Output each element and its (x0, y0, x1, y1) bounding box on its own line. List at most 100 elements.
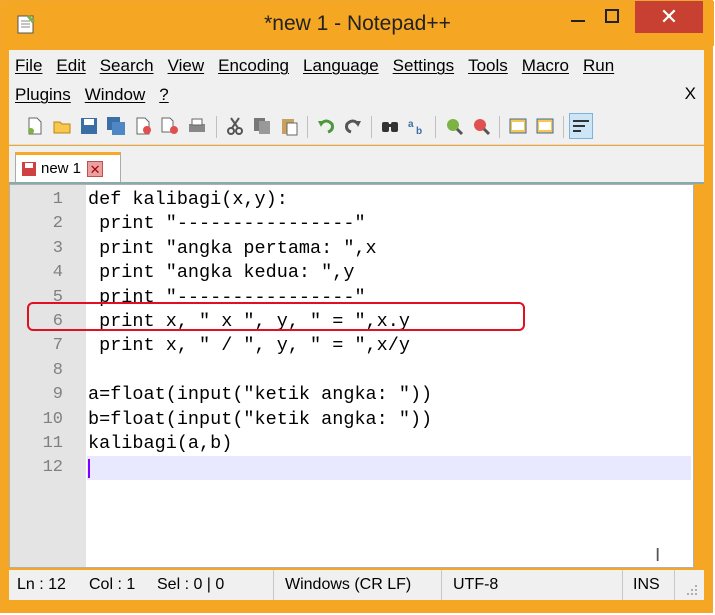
word-wrap-icon (573, 120, 589, 132)
tab-label: new 1 (41, 160, 82, 177)
close-file-button[interactable] (131, 113, 155, 139)
code-text: print "angka pertama: ",x (88, 237, 377, 259)
code-line[interactable]: 4 print "angka kedua: ",y (10, 261, 693, 285)
resize-grip-icon[interactable] (686, 584, 698, 596)
undo-button[interactable] (314, 113, 338, 139)
redo-button[interactable] (341, 113, 365, 139)
sync-horizontal-button[interactable] (533, 113, 557, 139)
line-number: 10 (42, 409, 63, 429)
menu-macro[interactable]: Macro (522, 56, 569, 75)
code-line[interactable]: 1 def kalibagi(x,y): (10, 188, 693, 212)
word-wrap-button[interactable] (569, 113, 593, 139)
menu-help[interactable]: ? (159, 85, 168, 104)
menu-encoding[interactable]: Encoding (218, 56, 289, 75)
status-insert-mode[interactable]: INS (625, 570, 675, 600)
unsaved-file-icon (22, 161, 36, 176)
menu-plugins[interactable]: Plugins (15, 85, 71, 104)
copy-button[interactable] (250, 113, 274, 139)
menu-row-secondary: Plugins Window? (15, 85, 183, 105)
code-line[interactable]: 12 (10, 456, 693, 481)
close-file-icon (136, 117, 151, 135)
maximize-icon (605, 9, 619, 23)
toolbar-separator (499, 116, 500, 138)
line-number: 8 (52, 360, 63, 380)
close-all-button[interactable] (158, 113, 182, 139)
zoom-in-button[interactable] (442, 113, 466, 139)
open-file-button[interactable] (50, 113, 74, 139)
code-line[interactable]: 7 print x, " / ", y, " = ",x/y (10, 334, 693, 358)
code-line[interactable]: 11 kalibagi(a,b) (10, 432, 693, 456)
paste-icon (282, 119, 298, 136)
code-line[interactable]: 3 print "angka pertama: ",x (10, 237, 693, 261)
status-line: Ln : 12 (17, 576, 66, 593)
line-number: 1 (52, 190, 63, 209)
menu-tools[interactable]: Tools (468, 56, 508, 75)
code-line[interactable]: 9 a=float(input("ketik angka: ")) (10, 383, 693, 407)
find-button[interactable] (378, 113, 402, 139)
status-column: Col : 1 (89, 576, 136, 593)
status-bar: Ln : 12 Col : 1 Sel : 0 | 0 Windows (CR … (9, 570, 704, 600)
line-number: 3 (52, 238, 63, 258)
code-text: print "angka kedua: ",y (88, 262, 355, 284)
menu-settings[interactable]: Settings (393, 56, 454, 75)
menu-edit[interactable]: Edit (56, 56, 85, 75)
paste-button[interactable] (277, 113, 301, 139)
code-editor[interactable]: 1 def kalibagi(x,y): 2 print "------------… (9, 184, 694, 568)
code-text: a=float(input("ketik angka: ")) (88, 384, 433, 406)
print-button[interactable] (185, 113, 209, 139)
minimize-button[interactable] (563, 1, 593, 31)
save-icon (81, 118, 97, 134)
sync-vertical-icon (509, 118, 527, 134)
code-line[interactable]: 2 print "----------------" (10, 212, 693, 236)
tab-close-icon[interactable]: ✕ (87, 160, 104, 177)
annotation-highlight-box (27, 302, 525, 331)
toolbar-separator (216, 116, 217, 138)
replace-icon: ab (408, 119, 422, 136)
menu-window[interactable]: Window (85, 85, 145, 104)
maximize-button[interactable] (597, 1, 627, 31)
cut-button[interactable] (223, 113, 247, 139)
menu-row-primary: File Edit Search View Encoding Language Settin… (15, 56, 628, 76)
code-text: def kalibagi(x,y): (88, 189, 288, 210)
save-all-icon (107, 117, 125, 135)
line-number: 12 (42, 458, 63, 478)
title-bar[interactable]: *new 1 - Notepad++ ✕ (1, 1, 714, 46)
find-icon (382, 122, 398, 132)
line-number: 9 (52, 385, 63, 405)
tab-new-1[interactable]: new 1 ✕ (15, 152, 121, 182)
code-line[interactable]: 10 b=float(input("ketik angka: ")) (10, 408, 693, 432)
code-line[interactable]: 8 (10, 359, 693, 383)
print-icon (189, 118, 205, 132)
sync-vertical-button[interactable] (506, 113, 530, 139)
line-number: 7 (52, 336, 63, 356)
status-encoding[interactable]: UTF-8 (445, 570, 623, 600)
open-file-icon (53, 121, 71, 134)
toolbar: ab (9, 110, 704, 145)
close-window-button[interactable]: ✕ (635, 1, 703, 33)
close-document-button[interactable]: X (685, 84, 696, 104)
menu-view[interactable]: View (168, 56, 205, 75)
zoom-out-button[interactable] (469, 113, 493, 139)
menu-run[interactable]: Run (583, 56, 614, 75)
zoom-in-icon (447, 119, 464, 136)
line-number: 11 (42, 433, 63, 453)
zoom-out-icon (474, 119, 491, 136)
svg-text:b: b (416, 126, 422, 136)
menu-file[interactable]: File (15, 56, 42, 75)
toolbar-separator (307, 116, 308, 138)
save-button[interactable] (77, 113, 101, 139)
code-text: b=float(input("ketik angka: ")) (88, 408, 433, 430)
code-text: print x, " / ", y, " = ",x/y (88, 335, 410, 357)
replace-button[interactable]: ab (405, 113, 429, 139)
new-file-button[interactable] (23, 113, 47, 139)
code-lines: 1 def kalibagi(x,y): 2 print "------------… (10, 188, 693, 481)
status-eol[interactable]: Windows (CR LF) (277, 570, 442, 600)
copy-icon (254, 118, 270, 134)
svg-text:a: a (408, 119, 414, 130)
redo-icon (345, 119, 361, 134)
save-all-button[interactable] (104, 113, 128, 139)
menu-language[interactable]: Language (303, 56, 379, 75)
undo-icon (318, 119, 334, 134)
menu-search[interactable]: Search (100, 56, 154, 75)
line-number: 4 (52, 263, 63, 283)
